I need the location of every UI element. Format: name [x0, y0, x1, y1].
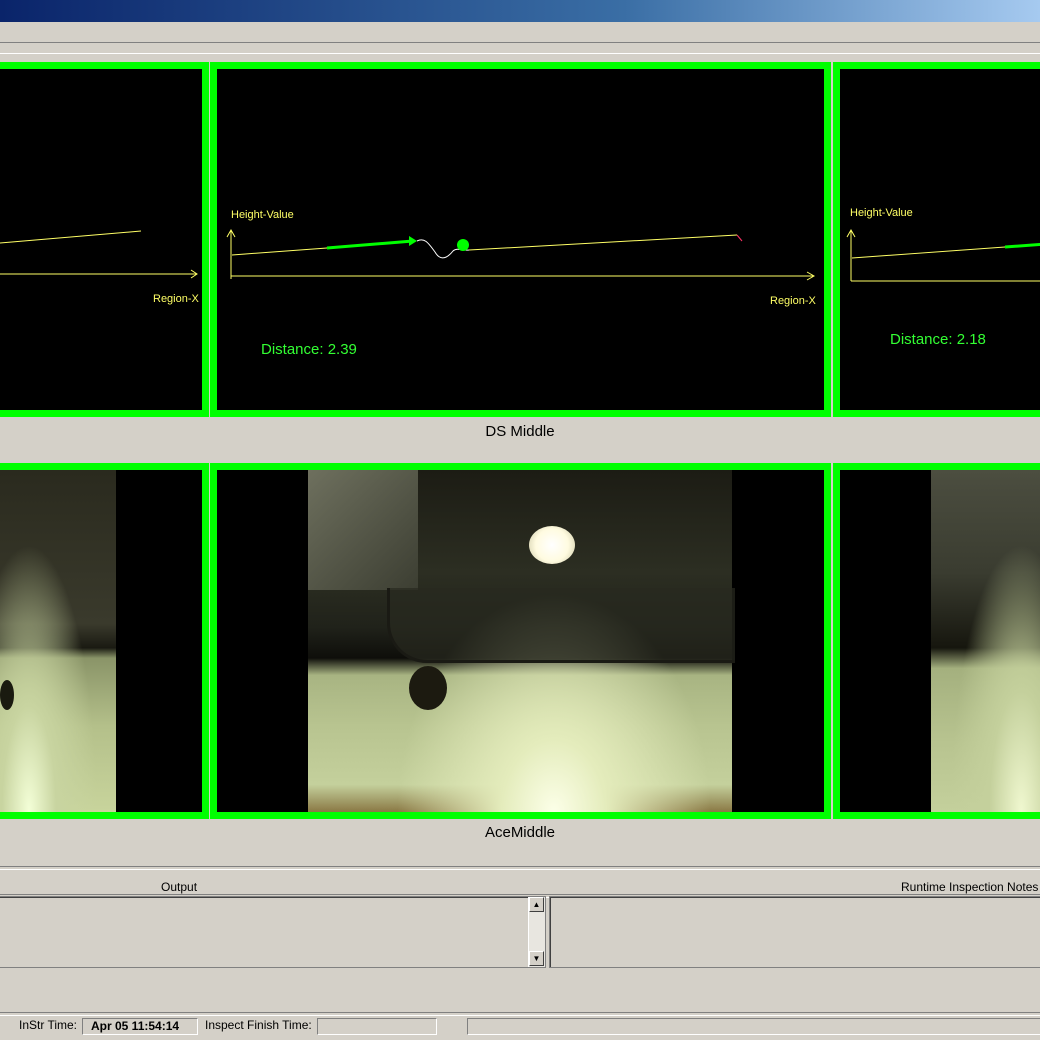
middle-trace-right [468, 234, 738, 251]
finish-time-label: Inspect Finish Time: [205, 1018, 312, 1032]
camera-panel-middle[interactable] [210, 463, 831, 819]
instr-time-label: InStr Time: [19, 1018, 78, 1032]
bottom-row-caption: AceMiddle [484, 824, 556, 841]
graph-left: Region-X [0, 230, 200, 305]
middle-star-marker [457, 239, 469, 251]
camera-panel-left[interactable] [0, 463, 209, 819]
camera-image-right [931, 470, 1040, 812]
left-trace [0, 230, 142, 244]
graph-panel-left[interactable]: Region-X [0, 62, 209, 417]
right-distance-readout: Distance: 2.18 [890, 331, 986, 348]
right-trace [851, 246, 1006, 259]
middle-arrow-marker [409, 236, 417, 246]
top-row-caption: DS Middle [485, 423, 555, 440]
middle-distance-readout: Distance: 2.39 [261, 341, 357, 358]
graph-middle: Height-Value Region-X [226, 209, 817, 307]
camera-middle-bracket [308, 470, 418, 590]
graph-panel-right[interactable]: Height-Value Distance: 2.18 [833, 62, 1040, 417]
scroll-up-button[interactable]: ▲ [529, 897, 544, 912]
middle-trace-highlight [326, 239, 414, 250]
right-trace-highlight [1004, 242, 1040, 249]
camera-image-left [0, 470, 116, 812]
menu-bar [0, 22, 1040, 43]
finish-time-value [317, 1018, 437, 1035]
status-separator [0, 1012, 1040, 1016]
middle-trace-end [736, 234, 743, 242]
camera-middle-panel-edge [387, 588, 735, 663]
output-scrollbar[interactable]: ▲ ▼ [528, 897, 545, 967]
camera-middle-light [529, 526, 575, 564]
notes-header: Runtime Inspection Notes [901, 880, 1039, 894]
camera-panel-right[interactable] [833, 463, 1040, 819]
right-y-label: Height-Value [850, 207, 913, 219]
pane-separator [0, 866, 1040, 870]
middle-x-label: Region-X [770, 295, 817, 307]
instr-time-value: Apr 05 11:54:14 [82, 1018, 198, 1035]
graph-right: Height-Value [846, 207, 1040, 282]
middle-y-label: Height-Value [231, 209, 294, 221]
camera-middle-hole [409, 666, 447, 710]
status-progress-field [467, 1018, 1040, 1035]
camera-left-hole [0, 680, 14, 710]
middle-trace-left [231, 247, 328, 256]
graph-panel-middle[interactable]: Height-Value Region-X Distance: 2.39 [210, 62, 831, 417]
tool-strip [0, 43, 1040, 54]
output-header: Output [161, 880, 198, 894]
scroll-down-button[interactable]: ▼ [529, 951, 544, 966]
left-x-label: Region-X [153, 293, 200, 305]
output-textbox[interactable]: ▲ ▼ [0, 896, 546, 968]
title-bar [0, 0, 1040, 22]
notes-textbox[interactable] [549, 896, 1040, 968]
